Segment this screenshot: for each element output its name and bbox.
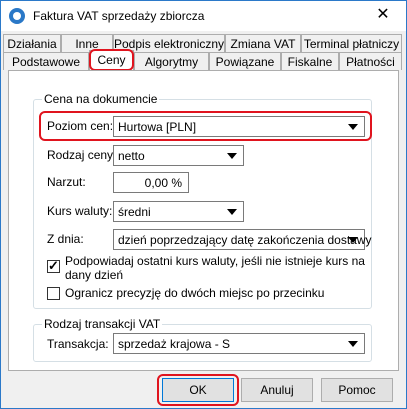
ok-button-highlight — [157, 374, 239, 406]
limit-precision-label: Ogranicz precyzję do dwóch miejsc po prz… — [65, 286, 325, 300]
tab-powiazane[interactable]: Powiązane — [209, 52, 281, 70]
suggest-rate-label-line2: dany dzień — [65, 268, 124, 282]
app-logo-icon — [9, 8, 25, 24]
suggest-rate-checkbox[interactable] — [47, 258, 60, 274]
from-day-select[interactable]: dzień poprzedzający datę zakończenia dos… — [113, 229, 372, 250]
price-level-highlight — [39, 111, 372, 141]
help-button[interactable]: Pomoc — [321, 378, 393, 402]
limit-precision-checkbox[interactable] — [47, 287, 60, 300]
tab-dzialania[interactable]: Działania — [3, 34, 61, 52]
tab-panel-ceny: Cena na dokumencie Poziom cen: Hurtowa [… — [8, 70, 399, 371]
markup-label: Narzut: — [47, 175, 86, 189]
transaction-select[interactable]: sprzedaż krajowa - S — [113, 333, 365, 354]
price-type-label: Rodzaj ceny: — [47, 148, 117, 162]
from-day-label: Z dnia: — [47, 232, 84, 246]
suggest-rate-label-line1: Podpowiadaj ostatni kurs waluty, jeśli n… — [65, 254, 365, 268]
tab-ceny-highlight — [89, 49, 134, 71]
transaction-label: Transakcja: — [47, 337, 109, 351]
price-type-value: netto — [118, 149, 145, 163]
vat-group-title: Rodzaj transakcji VAT — [42, 317, 163, 331]
tab-zmiana-vat[interactable]: Zmiana VAT — [225, 34, 301, 52]
exchange-rate-select[interactable]: średni — [113, 201, 244, 222]
price-group-title: Cena na dokumencie — [42, 92, 160, 106]
from-day-value: dzień poprzedzający datę zakończenia dos… — [118, 233, 372, 247]
close-button[interactable]: ✕ — [360, 1, 406, 31]
chevron-down-icon — [348, 341, 358, 347]
chevron-down-icon — [227, 153, 237, 159]
cancel-button[interactable]: Anuluj — [241, 378, 313, 402]
tab-terminal-platniczy[interactable]: Terminal płatniczy — [301, 34, 402, 52]
tab-fiskalne[interactable]: Fiskalne — [281, 52, 339, 70]
dialog-window: Faktura VAT sprzedaży zbiorcza ✕ Działan… — [0, 0, 407, 409]
window-title: Faktura VAT sprzedaży zbiorcza — [33, 9, 205, 23]
chevron-down-icon — [348, 237, 358, 243]
price-type-select[interactable]: netto — [113, 145, 244, 166]
tab-platnosci[interactable]: Płatności — [339, 52, 402, 70]
tab-algorytmy[interactable]: Algorytmy — [134, 52, 209, 70]
title-bar: Faktura VAT sprzedaży zbiorcza ✕ — [1, 1, 406, 31]
transaction-value: sprzedaż krajowa - S — [118, 337, 231, 351]
markup-input[interactable]: 0,00 % — [113, 172, 189, 193]
chevron-down-icon — [227, 209, 237, 215]
exchange-rate-value: średni — [118, 205, 151, 219]
tab-podstawowe[interactable]: Podstawowe — [3, 52, 89, 70]
exchange-rate-label: Kurs waluty: — [47, 204, 113, 218]
markup-value: 0,00 % — [144, 176, 182, 190]
